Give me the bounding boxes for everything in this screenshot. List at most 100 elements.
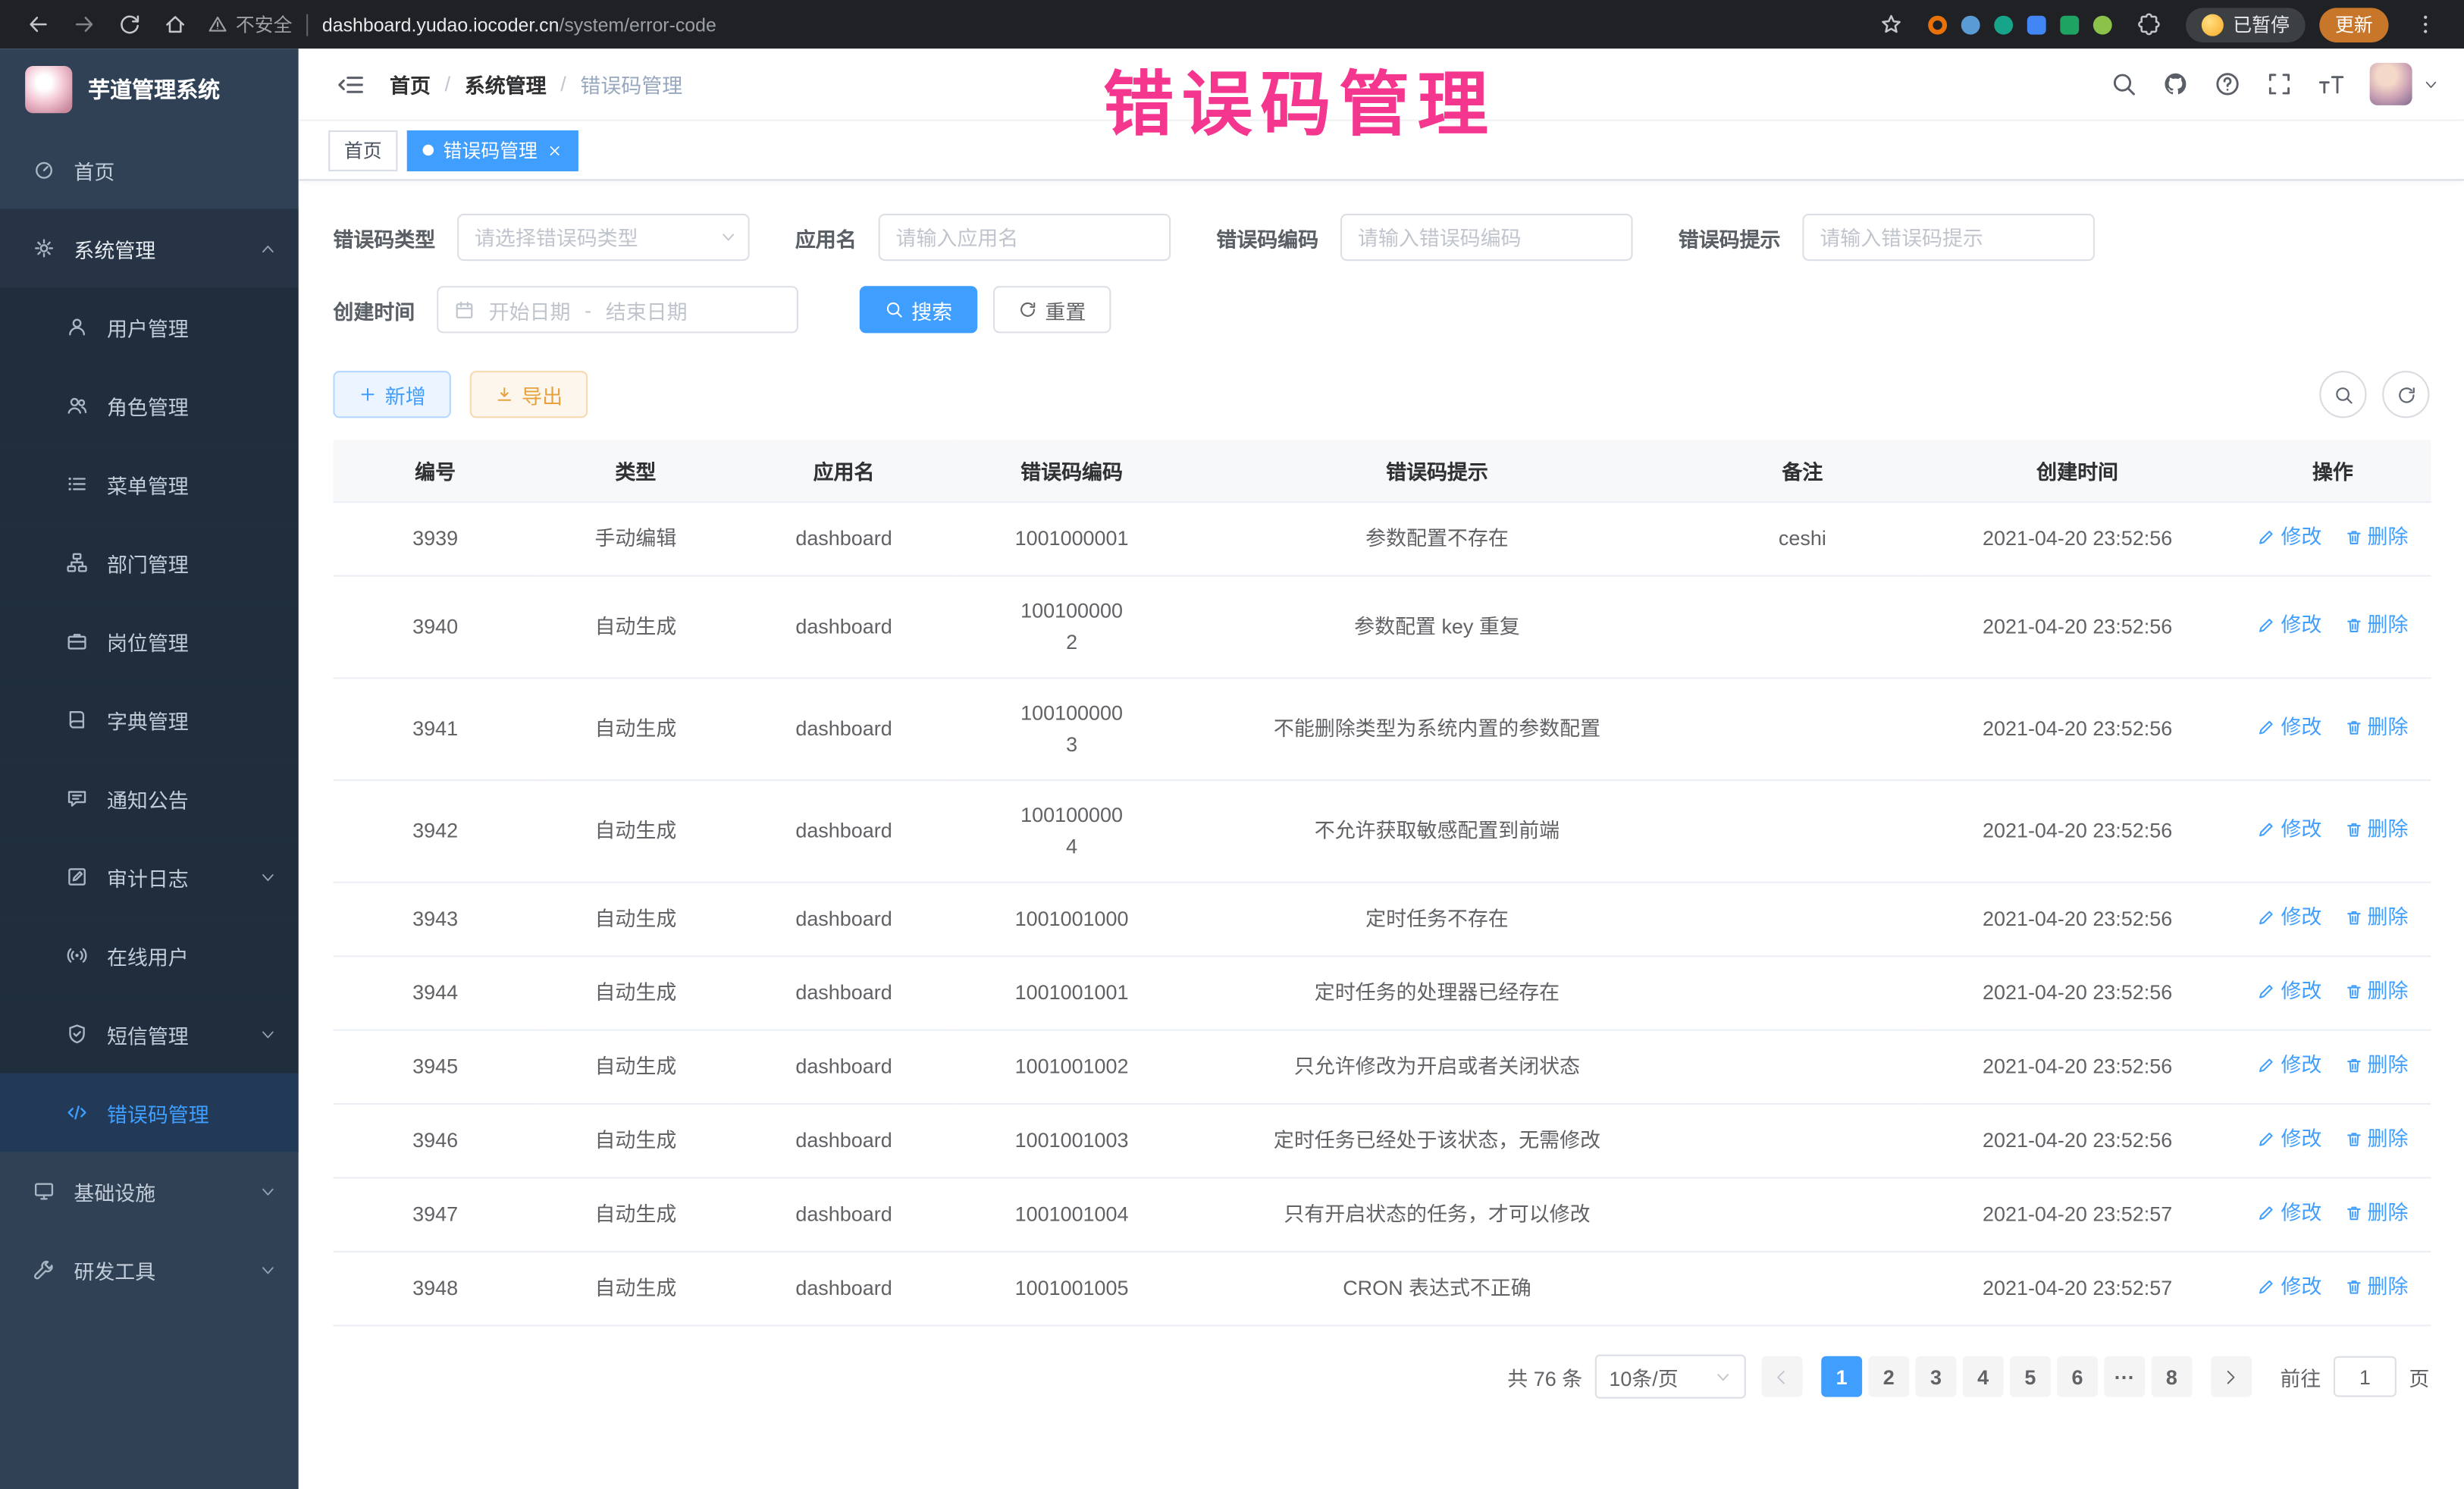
update-button[interactable]: 更新 — [2319, 7, 2388, 42]
sidebar-item-system-management[interactable]: 系统管理 — [0, 209, 299, 288]
delete-link[interactable]: 删除 — [2343, 1197, 2408, 1228]
sidebar-item-dept-management[interactable]: 部门管理 — [0, 523, 299, 602]
delete-link[interactable]: 删除 — [2343, 902, 2408, 933]
browser-home-icon[interactable] — [164, 13, 187, 36]
extension-blue-grid-icon[interactable] — [2027, 15, 2046, 34]
sidebar-item-label: 通知公告 — [107, 783, 189, 813]
forward-icon[interactable] — [72, 13, 96, 36]
github-icon[interactable] — [2162, 71, 2189, 97]
page-button-2[interactable]: 2 — [1868, 1356, 1909, 1397]
date-range-picker[interactable]: 开始日期 - 结束日期 — [437, 286, 798, 333]
sidebar-item-online-user[interactable]: 在线用户 — [0, 916, 299, 995]
delete-link[interactable]: 删除 — [2343, 976, 2408, 1007]
sidebar-toggle-icon[interactable] — [337, 70, 365, 98]
delete-link[interactable]: 删除 — [2343, 814, 2408, 845]
extensions-puzzle-icon[interactable] — [2137, 13, 2161, 36]
error-code-field[interactable] — [1340, 214, 1633, 261]
edit-link[interactable]: 修改 — [2257, 1124, 2321, 1155]
search-icon[interactable] — [2111, 71, 2137, 97]
search-button[interactable]: 搜索 — [860, 286, 977, 333]
row-code: 1001001005 — [954, 1252, 1190, 1325]
error-hint-field[interactable] — [1803, 214, 2096, 261]
tab-close-icon[interactable] — [547, 143, 563, 158]
sidebar-item-menu-management[interactable]: 菜单管理 — [0, 445, 299, 524]
fullscreen-icon[interactable] — [2266, 71, 2293, 97]
delete-link[interactable]: 删除 — [2343, 1124, 2408, 1155]
more-pages-button[interactable]: ··· — [2104, 1356, 2145, 1397]
extension-leaf-icon[interactable] — [2093, 15, 2112, 34]
page-button-4[interactable]: 4 — [1963, 1356, 2004, 1397]
page-button-8[interactable]: 8 — [2151, 1356, 2192, 1397]
next-page-button[interactable] — [2211, 1356, 2252, 1397]
edit-link[interactable]: 修改 — [2257, 610, 2321, 641]
edit-link[interactable]: 修改 — [2257, 1271, 2321, 1302]
app-header: 首页 / 系统管理 / 错误码管理 — [299, 49, 2464, 121]
profile-emoji-icon — [2202, 14, 2224, 36]
address-bar[interactable]: 不安全 dashboard.yudao.iocoder.cn/system/er… — [208, 11, 716, 38]
reset-button[interactable]: 重置 — [993, 286, 1111, 333]
toggle-search-button[interactable] — [2319, 371, 2366, 418]
briefcase-icon — [66, 630, 88, 652]
sidebar-item-home[interactable]: 首页 — [0, 130, 299, 209]
sidebar-item-dev-tools[interactable]: 研发工具 — [0, 1230, 299, 1309]
edit-link[interactable]: 修改 — [2257, 814, 2321, 845]
row-app: dashboard — [734, 502, 954, 575]
sidebar-item-dict-management[interactable]: 字典管理 — [0, 680, 299, 759]
sidebar-item-notice[interactable]: 通知公告 — [0, 759, 299, 838]
breadcrumb-item-system[interactable]: 系统管理 — [465, 69, 547, 99]
add-button[interactable]: 新增 — [333, 371, 450, 418]
edit-link[interactable]: 修改 — [2257, 976, 2321, 1007]
page-size-select[interactable]: 10条/页 — [1595, 1355, 1746, 1399]
edit-link[interactable]: 修改 — [2257, 522, 2321, 553]
delete-link[interactable]: 删除 — [2343, 712, 2408, 743]
delete-link[interactable]: 删除 — [2343, 610, 2408, 641]
sidebar-item-audit-log[interactable]: 审计日志 — [0, 838, 299, 917]
edit-link[interactable]: 修改 — [2257, 902, 2321, 933]
breadcrumb-item-home[interactable]: 首页 — [390, 69, 431, 99]
back-icon[interactable] — [27, 13, 50, 36]
delete-link[interactable]: 删除 — [2343, 1050, 2408, 1081]
delete-link[interactable]: 删除 — [2343, 1271, 2408, 1302]
extension-green-v-icon[interactable] — [1994, 15, 2013, 34]
edit-link[interactable]: 修改 — [2257, 1197, 2321, 1228]
error-code-input[interactable] — [1340, 214, 1633, 261]
add-button-label: 新增 — [385, 380, 426, 409]
error-type-select-input[interactable] — [457, 214, 750, 261]
error-type-select[interactable] — [457, 214, 750, 261]
extension-orange-ring-icon[interactable] — [1928, 15, 1947, 34]
help-icon[interactable] — [2214, 71, 2240, 97]
paused-button[interactable]: 已暂停 — [2186, 7, 2306, 42]
page-button-1[interactable]: 1 — [1821, 1356, 1862, 1397]
extension-green-badge-icon[interactable] — [2060, 15, 2079, 34]
edit-link[interactable]: 修改 — [2257, 1050, 2321, 1081]
refresh-table-button[interactable] — [2382, 371, 2429, 418]
sidebar-item-role-management[interactable]: 角色管理 — [0, 366, 299, 445]
browser-menu-icon[interactable] — [2414, 13, 2437, 36]
user-avatar[interactable] — [2370, 63, 2412, 105]
app-name-field[interactable] — [879, 214, 1171, 261]
app-logo[interactable]: 芋道管理系统 — [0, 49, 299, 130]
export-button[interactable]: 导出 — [470, 371, 588, 418]
font-size-icon[interactable] — [2318, 71, 2344, 97]
sidebar-item-post-management[interactable]: 岗位管理 — [0, 602, 299, 681]
tab-home[interactable]: 首页 — [328, 130, 397, 171]
sidebar-item-infrastructure[interactable]: 基础设施 — [0, 1152, 299, 1230]
sidebar-item-user-management[interactable]: 用户管理 — [0, 287, 299, 366]
error-hint-input[interactable] — [1803, 214, 2096, 261]
avatar-caret-icon[interactable] — [2423, 77, 2439, 92]
page-button-3[interactable]: 3 — [1916, 1356, 1957, 1397]
sidebar-item-error-code-management[interactable]: 错误码管理 — [0, 1074, 299, 1152]
extension-blue-drop-icon[interactable] — [1961, 15, 1980, 34]
prev-page-button[interactable] — [1761, 1356, 1802, 1397]
goto-page-input[interactable] — [2334, 1356, 2397, 1397]
page-button-5[interactable]: 5 — [2010, 1356, 2051, 1397]
page-button-6[interactable]: 6 — [2057, 1356, 2098, 1397]
tab-error-code[interactable]: 错误码管理 — [407, 130, 578, 171]
reload-icon[interactable] — [118, 13, 141, 36]
bookmark-star-icon[interactable] — [1879, 13, 1903, 36]
edit-link[interactable]: 修改 — [2257, 712, 2321, 743]
users-icon — [66, 394, 88, 416]
delete-link[interactable]: 删除 — [2343, 522, 2408, 553]
app-name-input[interactable] — [879, 214, 1171, 261]
sidebar-item-sms-management[interactable]: 短信管理 — [0, 995, 299, 1074]
